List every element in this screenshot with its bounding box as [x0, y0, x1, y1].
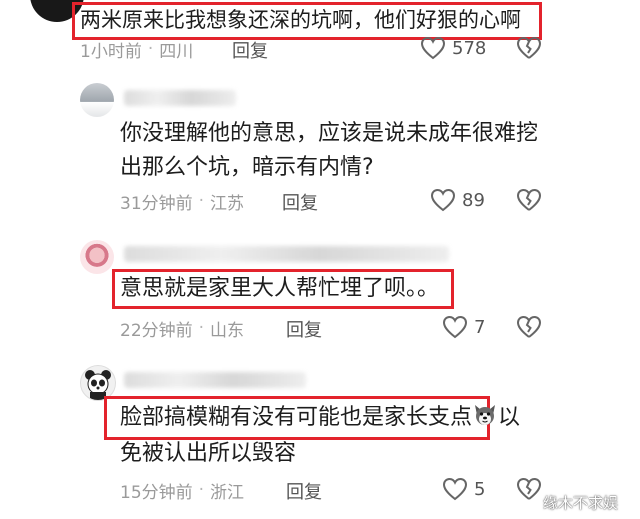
- separator: ·: [198, 191, 205, 211]
- heart-icon: [430, 188, 456, 212]
- dislike-button[interactable]: [516, 315, 542, 339]
- avatar[interactable]: [80, 240, 114, 274]
- comment-text: 意思就是家里大人帮忙埋了呗。。: [120, 276, 440, 301]
- broken-heart-icon: [516, 315, 542, 339]
- reply-button[interactable]: 回复: [282, 189, 318, 215]
- separator: ·: [198, 318, 205, 338]
- comment-meta: 15分钟前 · 浙江: [120, 477, 244, 503]
- heart-icon: [442, 315, 468, 339]
- dislike-button[interactable]: [516, 477, 542, 501]
- like-count: 5: [474, 478, 486, 500]
- comment-meta: 1小时前 · 四川: [80, 36, 193, 62]
- reply-button[interactable]: 回复: [232, 37, 268, 63]
- comment-time: 15分钟前: [120, 482, 193, 503]
- comment-time: 1小时前: [80, 41, 142, 62]
- comment-text: 两米原来比我想象还深的坑啊，他们好狠的心啊: [80, 8, 521, 32]
- broken-heart-icon: [516, 188, 542, 212]
- like-button[interactable]: 578: [420, 36, 486, 60]
- like-button[interactable]: 89: [430, 188, 485, 212]
- comment-text-line-2: 出那么个坑，暗示有内情?: [120, 155, 374, 180]
- avatar[interactable]: [80, 83, 114, 117]
- comment-location: 四川: [159, 41, 194, 62]
- comment-meta: 31分钟前 · 江苏: [120, 188, 244, 214]
- comment-text-part-2: 以: [498, 405, 521, 430]
- like-count: 578: [452, 37, 487, 59]
- comment-text-line-2: 免被认出所以毁容: [120, 441, 297, 466]
- broken-heart-icon: [516, 477, 542, 501]
- dislike-button[interactable]: [516, 188, 542, 212]
- comment-time: 31分钟前: [120, 193, 193, 214]
- username-blurred[interactable]: [124, 90, 236, 106]
- dislike-button[interactable]: [516, 36, 542, 60]
- like-button[interactable]: 5: [442, 477, 485, 501]
- like-count: 7: [474, 316, 486, 338]
- broken-heart-icon: [516, 36, 542, 60]
- reply-button[interactable]: 回复: [286, 478, 322, 504]
- username-blurred[interactable]: [124, 372, 306, 388]
- heart-icon: [442, 477, 468, 501]
- comment-text-line-1: 脸部搞模糊有没有可能也是家长支点 以: [120, 401, 520, 435]
- comment-location: 山东: [210, 320, 245, 341]
- comment-location: 江苏: [210, 193, 245, 214]
- comment-text-line-1: 你没理解他的意思，应该是说未成年很难挖: [120, 121, 539, 146]
- dog-emoji-icon: [472, 402, 498, 428]
- separator: ·: [147, 39, 154, 59]
- separator: ·: [198, 480, 205, 500]
- heart-icon: [420, 36, 446, 60]
- comment-meta: 22分钟前 · 山东: [120, 315, 244, 341]
- watermark: 缘木不求娱: [543, 494, 619, 512]
- comment-text-part-1: 脸部搞模糊有没有可能也是家长支点: [120, 405, 473, 430]
- reply-button[interactable]: 回复: [286, 316, 322, 342]
- panda-avatar-icon: [85, 370, 111, 400]
- comment-time: 22分钟前: [120, 320, 193, 341]
- comment-location: 浙江: [210, 482, 245, 503]
- like-button[interactable]: 7: [442, 315, 485, 339]
- username-blurred[interactable]: [124, 246, 449, 262]
- like-count: 89: [462, 189, 485, 211]
